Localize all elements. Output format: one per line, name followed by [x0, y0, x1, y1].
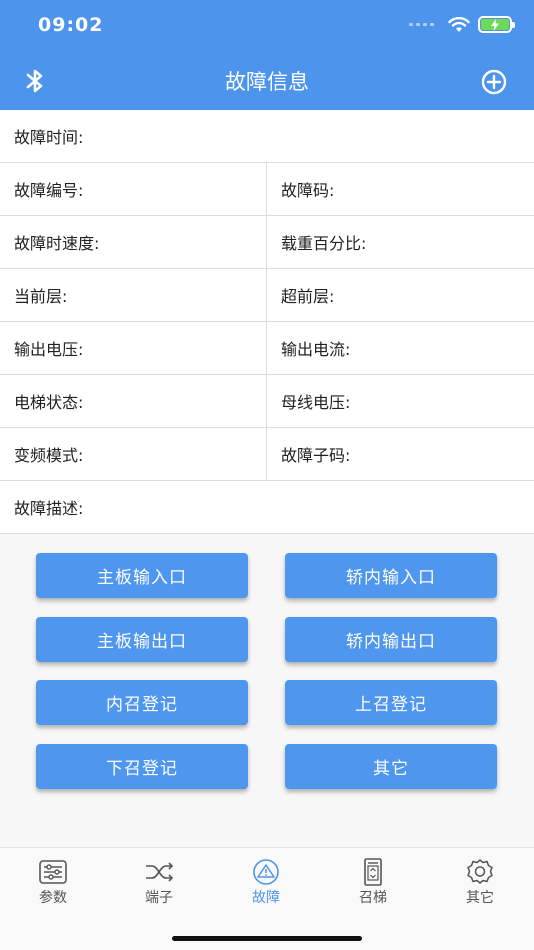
- advance-floor-field: 超前层:: [281, 287, 335, 306]
- main-output-button[interactable]: 主板输出口: [36, 617, 248, 662]
- other-button[interactable]: 其它: [285, 744, 497, 789]
- car-input-button[interactable]: 轿内输入口: [285, 553, 497, 598]
- tab-other[interactable]: 其它: [440, 858, 520, 907]
- inverter-mode-field: 变频模式:: [0, 428, 267, 480]
- tab-label: 召梯: [359, 890, 387, 906]
- bus-voltage-field: 母线电压:: [281, 393, 351, 412]
- inner-call-button[interactable]: 内召登记: [36, 680, 248, 725]
- tab-label: 端子: [145, 890, 173, 906]
- tab-label: 参数: [39, 890, 67, 906]
- warning-icon: [253, 859, 279, 885]
- wifi-icon: [448, 16, 470, 32]
- form-row: 故障时间:: [0, 110, 534, 163]
- fault-subcode-field: 故障子码:: [281, 446, 351, 465]
- header-bar: 09:02 故障信息: [0, 0, 534, 110]
- form-row: 故障编号: 故障码:: [0, 163, 534, 216]
- car-output-button[interactable]: 轿内输出口: [285, 617, 497, 662]
- load-percent-field: 载重百分比:: [281, 234, 367, 253]
- add-circle-icon[interactable]: [481, 69, 507, 95]
- form-row: 当前层: 超前层:: [0, 269, 534, 322]
- form-row: 变频模式: 故障子码:: [0, 428, 534, 481]
- tab-parameters[interactable]: 参数: [13, 858, 93, 907]
- status-icons: [409, 16, 515, 33]
- form-row: 输出电压: 输出电流:: [0, 322, 534, 375]
- tab-bar: 参数 端子 故障 召梯 其它: [0, 847, 534, 950]
- form-row: 电梯状态: 母线电压:: [0, 375, 534, 428]
- gear-icon: [467, 859, 493, 884]
- main-input-button[interactable]: 主板输入口: [36, 553, 248, 598]
- output-current-field: 输出电流:: [281, 340, 351, 359]
- output-voltage-field: 输出电压:: [0, 322, 267, 374]
- fault-description-field: 故障描述:: [14, 499, 84, 518]
- elevator-icon: [364, 858, 382, 886]
- action-buttons: 主板输入口 轿内输入口 主板输出口 轿内输出口 内召登记 上召登记 下召登记 其…: [0, 536, 534, 847]
- fault-info-form: 故障时间: 故障编号: 故障码: 故障时速度: 载重百分比: 当前层: 超前层:…: [0, 110, 534, 534]
- battery-icon: [478, 16, 515, 33]
- tab-label: 其它: [466, 890, 494, 906]
- form-row: 故障描述:: [0, 481, 534, 534]
- form-row: 故障时速度: 载重百分比:: [0, 216, 534, 269]
- page-title: 故障信息: [225, 70, 309, 94]
- status-time: 09:02: [38, 14, 104, 36]
- fault-speed-field: 故障时速度:: [0, 216, 267, 268]
- sliders-icon: [39, 860, 67, 884]
- fault-code-field: 故障码:: [281, 181, 335, 200]
- tab-call-elevator[interactable]: 召梯: [333, 858, 413, 907]
- fault-number-field: 故障编号:: [0, 163, 267, 215]
- tab-label: 故障: [252, 890, 280, 906]
- tab-faults[interactable]: 故障: [226, 858, 306, 907]
- fault-time-field: 故障时间:: [14, 128, 84, 147]
- current-floor-field: 当前层:: [0, 269, 267, 321]
- up-call-button[interactable]: 上召登记: [285, 680, 497, 725]
- home-indicator: [172, 936, 362, 941]
- tab-terminals[interactable]: 端子: [119, 858, 199, 907]
- shuffle-icon: [146, 862, 174, 882]
- signal-icon: [409, 23, 434, 26]
- elevator-state-field: 电梯状态:: [0, 375, 267, 427]
- down-call-button[interactable]: 下召登记: [36, 744, 248, 789]
